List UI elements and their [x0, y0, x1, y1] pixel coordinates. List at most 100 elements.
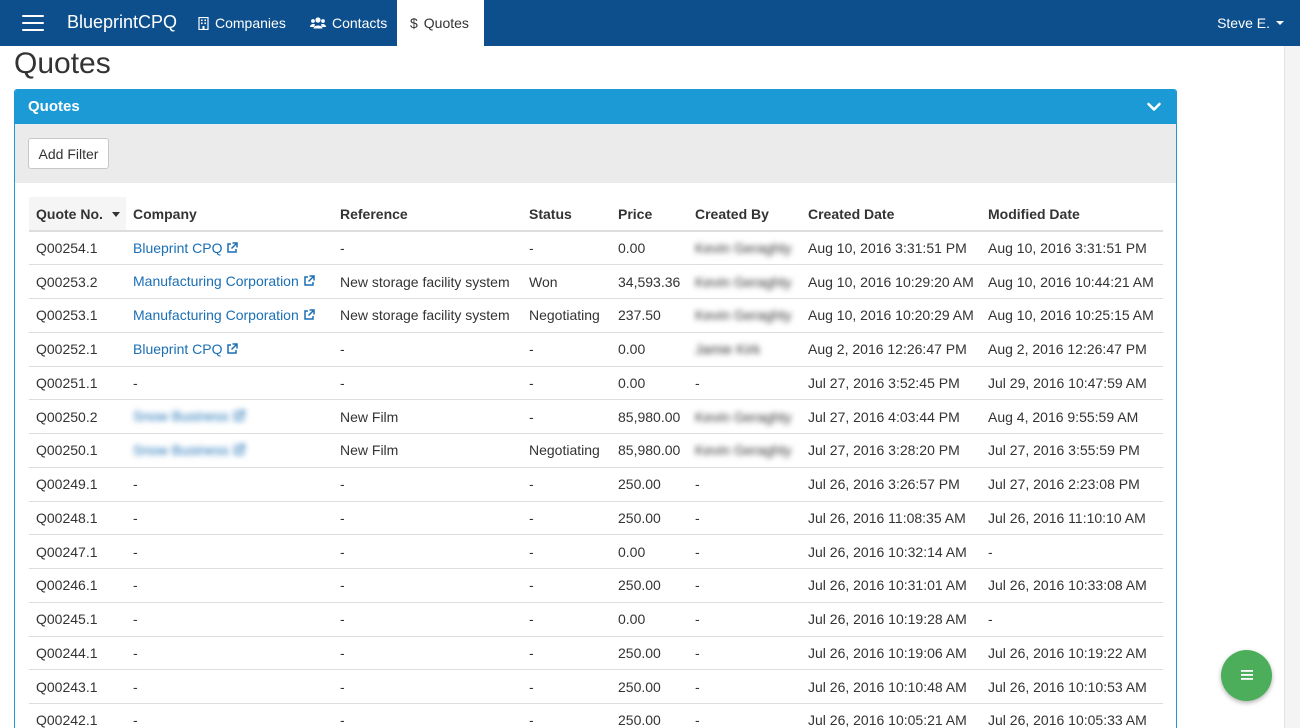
cell-quote-no: Q00249.1	[29, 467, 126, 502]
external-link-icon[interactable]	[233, 409, 245, 425]
cell-modified-date: Jul 26, 2016 10:10:53 AM	[981, 669, 1163, 704]
company-empty: -	[133, 577, 138, 594]
cell-created-date: Jul 26, 2016 3:26:57 PM	[801, 467, 981, 502]
cell-modified-date: -	[981, 534, 1163, 569]
nav-item-label: Contacts	[332, 15, 388, 31]
cell-price: 85,980.00	[611, 399, 688, 434]
table-row[interactable]: Q00250.2 Snow Business New Film -85,980.00 K…	[29, 399, 1163, 434]
cell-modified-date: Aug 10, 2016 3:31:51 PM	[981, 231, 1163, 266]
table-row[interactable]: Q00251.1- - -0.00- Jul 27, 2016 3:52:45 PM J…	[29, 366, 1163, 401]
table-row[interactable]: Q00242.1- - -250.00- Jul 26, 2016 10:05:21 …	[29, 703, 1163, 728]
company-link[interactable]: Blueprint CPQ	[133, 341, 222, 357]
cell-company: -	[126, 467, 333, 502]
cell-price: 237.50	[611, 298, 688, 333]
column-header-company[interactable]: Company	[126, 197, 333, 232]
company-link[interactable]: Snow Business	[133, 408, 229, 424]
table-row[interactable]: Q00243.1- - -250.00- Jul 26, 2016 10:10:48 …	[29, 669, 1163, 704]
nav-item-companies[interactable]: Companies	[198, 0, 286, 46]
table-body: Q00254.1 Blueprint CPQ - -0.00 Kevin Geraght…	[29, 231, 1163, 728]
table-row[interactable]: Q00247.1- - -0.00- Jul 26, 2016 10:32:14 AM…	[29, 534, 1163, 569]
cell-created-date: Jul 26, 2016 10:19:06 AM	[801, 636, 981, 671]
table-row[interactable]: Q00244.1- - -250.00- Jul 26, 2016 10:19:06 …	[29, 636, 1163, 671]
cell-created-date: Aug 10, 2016 3:31:51 PM	[801, 231, 981, 266]
cell-reference: New storage facility system	[333, 298, 522, 333]
cell-modified-date: Jul 26, 2016 10:33:08 AM	[981, 568, 1163, 603]
cell-status: -	[522, 366, 611, 401]
cell-company: -	[126, 534, 333, 569]
cell-created-date: Jul 26, 2016 10:31:01 AM	[801, 568, 981, 603]
company-empty: -	[133, 374, 138, 391]
column-header-modified-date[interactable]: Modified Date	[981, 197, 1163, 232]
vertical-scrollbar[interactable]	[1284, 46, 1300, 728]
column-header-price[interactable]: Price	[611, 197, 688, 232]
table-row[interactable]: Q00248.1- - -250.00- Jul 26, 2016 11:08:35 …	[29, 501, 1163, 536]
user-name: Steve E.	[1217, 15, 1270, 31]
cell-company: -	[126, 703, 333, 728]
external-link-icon[interactable]	[303, 274, 315, 290]
cell-quote-no: Q00252.1	[29, 332, 126, 367]
column-header-created-date[interactable]: Created Date	[801, 197, 981, 232]
cell-price: 250.00	[611, 501, 688, 536]
cell-created-date: Aug 2, 2016 12:26:47 PM	[801, 332, 981, 367]
panel-title: Quotes	[28, 98, 80, 115]
brand-logo[interactable]: BlueprintCPQ	[67, 12, 177, 33]
hamburger-menu-icon[interactable]	[22, 14, 44, 32]
cell-company: Blueprint CPQ	[126, 332, 333, 367]
column-header-quote-no[interactable]: Quote No.	[29, 197, 126, 232]
external-link-icon[interactable]	[233, 443, 245, 459]
company-empty: -	[133, 712, 138, 728]
company-link[interactable]: Snow Business	[133, 442, 229, 458]
building-icon	[198, 16, 209, 30]
user-menu[interactable]: Steve E.	[1217, 0, 1284, 46]
floating-action-button[interactable]	[1221, 650, 1272, 701]
cell-status: Negotiating	[522, 298, 611, 333]
table-row[interactable]: Q00250.1 Snow Business New Film Negotiating…	[29, 433, 1163, 468]
table-row[interactable]: Q00254.1 Blueprint CPQ - -0.00 Kevin Geraght…	[29, 231, 1163, 266]
company-link[interactable]: Manufacturing Corporation	[133, 273, 299, 289]
table-row[interactable]: Q00253.1 Manufacturing Corporation New sto…	[29, 298, 1163, 333]
cell-company: -	[126, 501, 333, 536]
company-link[interactable]: Blueprint CPQ	[133, 240, 222, 256]
list-icon	[1240, 668, 1254, 684]
caret-down-icon	[1276, 21, 1284, 25]
cell-reference: -	[333, 703, 522, 728]
cell-modified-date: Jul 27, 2016 2:23:08 PM	[981, 467, 1163, 502]
company-empty: -	[133, 543, 138, 560]
cell-created-date: Jul 26, 2016 10:10:48 AM	[801, 669, 981, 704]
table-row[interactable]: Q00253.2 Manufacturing Corporation New sto…	[29, 264, 1163, 299]
table-row[interactable]: Q00249.1- - -250.00- Jul 26, 2016 3:26:57 P…	[29, 467, 1163, 502]
cell-reference: -	[333, 332, 522, 367]
cell-reference: New Film	[333, 433, 522, 468]
cell-company: -	[126, 602, 333, 637]
cell-created-by: -	[688, 366, 801, 401]
nav-item-label: Quotes	[423, 15, 469, 31]
external-link-icon[interactable]	[226, 241, 239, 257]
cell-reference: New storage facility system	[333, 264, 522, 299]
cell-status: -	[522, 501, 611, 536]
cell-created-date: Jul 26, 2016 10:32:14 AM	[801, 534, 981, 569]
panel-header: Quotes	[15, 90, 1176, 124]
nav-item-quotes[interactable]: $ Quotes	[397, 0, 484, 46]
table-row[interactable]: Q00252.1 Blueprint CPQ - -0.00 Jamie Kirk Aug…	[29, 332, 1163, 367]
top-navbar: BlueprintCPQ Companies Contacts $ Quotes…	[0, 0, 1300, 46]
external-link-icon[interactable]	[226, 342, 239, 358]
cell-reference: -	[333, 602, 522, 637]
nav-item-contacts[interactable]: Contacts	[310, 0, 387, 46]
cell-company: Snow Business	[126, 399, 333, 434]
external-link-icon[interactable]	[303, 308, 315, 324]
column-header-status[interactable]: Status	[522, 197, 611, 232]
table-row[interactable]: Q00245.1- - -0.00- Jul 26, 2016 10:19:28 AM…	[29, 602, 1163, 637]
cell-company: Snow Business	[126, 433, 333, 468]
chevron-down-icon[interactable]	[1146, 99, 1162, 115]
company-link[interactable]: Manufacturing Corporation	[133, 307, 299, 323]
table-row[interactable]: Q00246.1- - -250.00- Jul 26, 2016 10:31:01 …	[29, 568, 1163, 603]
column-header-reference[interactable]: Reference	[333, 197, 522, 232]
column-header-created-by[interactable]: Created By	[688, 197, 801, 232]
cell-price: 250.00	[611, 703, 688, 728]
cell-price: 250.00	[611, 467, 688, 502]
add-filter-button[interactable]: Add Filter	[28, 138, 109, 169]
company-empty: -	[133, 644, 138, 661]
quotes-table: Quote No. Company Reference Status Price…	[29, 197, 1163, 728]
cell-company: -	[126, 669, 333, 704]
cell-created-by: Kevin Geraghty	[688, 433, 801, 468]
